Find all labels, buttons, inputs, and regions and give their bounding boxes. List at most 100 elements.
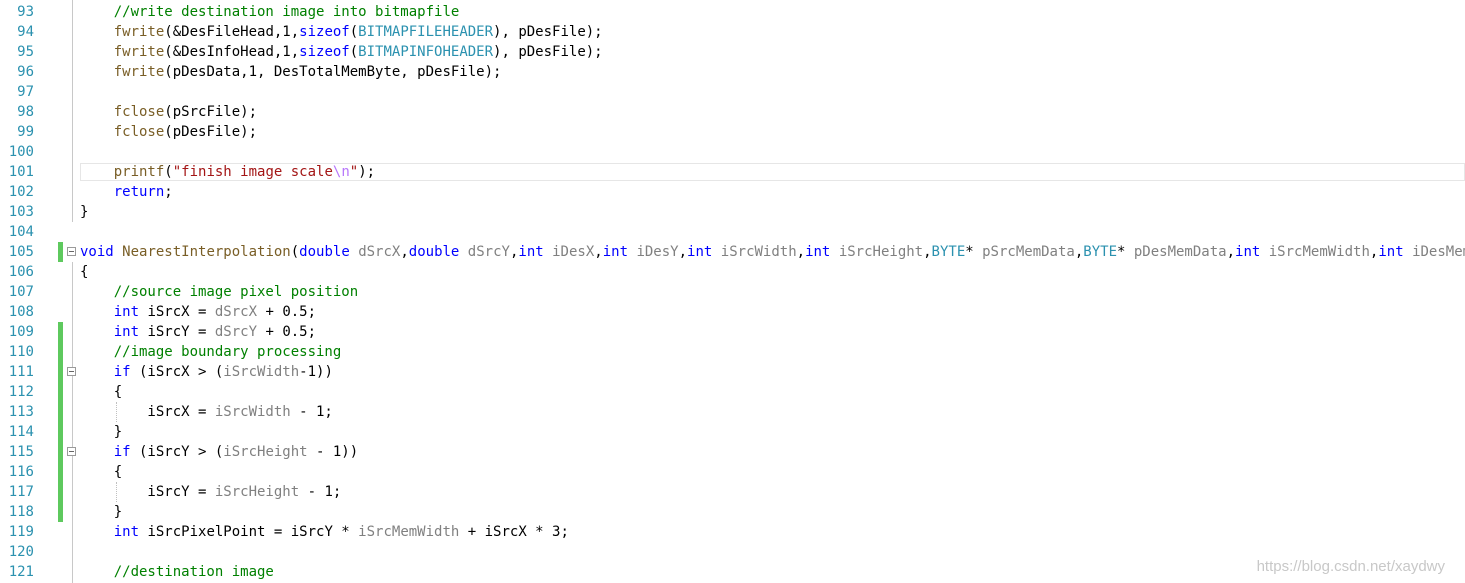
code-line[interactable]: 104 (0, 222, 1465, 242)
code-line[interactable]: 114 } (0, 422, 1465, 442)
code-token: iSrcHeight (223, 444, 308, 460)
code-line[interactable]: 97 (0, 82, 1465, 102)
code-line[interactable]: 107 //source image pixel position (0, 282, 1465, 302)
line-number: 107 (8, 284, 34, 300)
code-text: int iSrcX = dSrcX + 0.5; (80, 302, 316, 322)
code-text: int iSrcPixelPoint = iSrcY * iSrcMemWidt… (80, 522, 569, 542)
code-line[interactable]: 112 { (0, 382, 1465, 402)
code-line[interactable]: 115 if (iSrcY > (iSrcHeight - 1)) (0, 442, 1465, 462)
code-line[interactable]: 106 { (0, 262, 1465, 282)
code-token: , (678, 244, 688, 260)
code-editor[interactable]: https://blog.csdn.net/xaydwy 93 //write … (0, 0, 1465, 583)
code-line[interactable]: 113 iSrcX = iSrcWidth - 1; (0, 402, 1465, 422)
change-indicator (58, 482, 63, 502)
line-number: 119 (8, 524, 34, 540)
code-line[interactable]: 119 int iSrcPixelPoint = iSrcY * iSrcMem… (0, 522, 1465, 542)
code-line[interactable]: 95 fwrite(&DesInfoHead,1,sizeof(BITMAPIN… (0, 42, 1465, 62)
code-line[interactable]: 118 } (0, 502, 1465, 522)
code-token: if (113, 444, 131, 460)
code-token: pDesMemData (1133, 244, 1227, 260)
change-indicator (58, 382, 63, 402)
change-indicator (58, 402, 63, 422)
code-token: iSrcX = (139, 304, 215, 320)
code-line[interactable]: 105 void NearestInterpolation(double dSrc… (0, 242, 1465, 262)
code-line[interactable]: 120 (0, 542, 1465, 562)
code-token: fwrite (113, 24, 165, 40)
code-line[interactable]: 96 fwrite(pDesData,1, DesTotalMemByte, p… (0, 62, 1465, 82)
code-text: void NearestInterpolation(double dSrcX,d… (80, 242, 1465, 262)
code-token: ( (290, 244, 300, 260)
code-token: (iSrcY > ( (130, 444, 224, 460)
code-token: int (518, 244, 544, 260)
code-token: fclose (113, 104, 165, 120)
code-text: printf("finish image scale\n"); (80, 162, 375, 182)
code-token: "finish image scale (172, 164, 333, 180)
change-indicator (58, 242, 63, 262)
line-number: 94 (17, 24, 34, 40)
code-text: //destination image (80, 562, 274, 582)
code-line[interactable]: 111 if (iSrcX > (iSrcWidth-1)) (0, 362, 1465, 382)
code-token: (pDesFile); (164, 124, 258, 140)
code-line[interactable]: 109 int iSrcY = dSrcY + 0.5; (0, 322, 1465, 342)
code-token: ), pDesFile); (493, 44, 603, 60)
code-line[interactable]: 98 fclose(pSrcFile); (0, 102, 1465, 122)
code-token: , (923, 244, 932, 260)
code-token: return (113, 184, 165, 200)
collapse-icon[interactable] (67, 367, 76, 376)
code-token: iDesY (636, 244, 679, 260)
code-line[interactable]: 93 //write destination image into bitmap… (0, 2, 1465, 22)
code-text: fclose(pDesFile); (80, 122, 257, 142)
code-text: fwrite(&DesInfoHead,1,sizeof(BITMAPINFOH… (80, 42, 603, 62)
code-line[interactable]: 100 (0, 142, 1465, 162)
line-number: 115 (8, 444, 34, 460)
code-token: double (299, 244, 350, 260)
code-line[interactable]: 102 return; (0, 182, 1465, 202)
code-text: iSrcX = iSrcWidth - 1; (80, 402, 332, 422)
collapse-icon[interactable] (67, 447, 76, 456)
code-text: iSrcY = iSrcHeight - 1; (80, 482, 341, 502)
code-token: iSrcWidth (223, 364, 300, 380)
code-token: { (80, 264, 89, 280)
code-line[interactable]: 94 fwrite(&DesFileHead,1,sizeof(BITMAPFI… (0, 22, 1465, 42)
code-line[interactable]: 101 printf("finish image scale\n"); (0, 162, 1465, 182)
code-token: if (113, 364, 131, 380)
code-token: + 0.5; (257, 324, 317, 340)
code-line[interactable]: 99 fclose(pDesFile); (0, 122, 1465, 142)
code-line[interactable]: 117 iSrcY = iSrcHeight - 1; (0, 482, 1465, 502)
code-token: , (400, 244, 409, 260)
line-number: 97 (17, 84, 34, 100)
code-line[interactable]: 108 int iSrcX = dSrcX + 0.5; (0, 302, 1465, 322)
code-token: } (80, 204, 89, 220)
line-number: 109 (8, 324, 34, 340)
code-token: " (349, 164, 359, 180)
code-line[interactable]: 110 //image boundary processing (0, 342, 1465, 362)
code-token: dSrcY (467, 244, 510, 260)
collapse-icon[interactable] (67, 247, 76, 256)
code-token: * (965, 244, 983, 260)
code-token: } (80, 504, 123, 520)
line-number: 120 (8, 544, 34, 560)
code-text: } (80, 502, 122, 522)
code-token: dSrcY (214, 324, 258, 340)
code-line[interactable]: 116 { (0, 462, 1465, 482)
code-token: BYTE (1083, 244, 1117, 260)
code-token: iSrcPixelPoint = iSrcY * (139, 524, 359, 540)
code-token: + 0.5; (257, 304, 317, 320)
line-number: 116 (8, 464, 34, 480)
line-number: 98 (17, 104, 34, 120)
code-line[interactable]: 121 //destination image (0, 562, 1465, 582)
code-token: int (113, 324, 140, 340)
code-token: (&DesInfoHead,1, (164, 44, 300, 60)
change-indicator (58, 502, 63, 522)
code-token: fwrite (113, 44, 165, 60)
code-token: printf (113, 164, 165, 180)
code-line[interactable]: 103} (0, 202, 1465, 222)
